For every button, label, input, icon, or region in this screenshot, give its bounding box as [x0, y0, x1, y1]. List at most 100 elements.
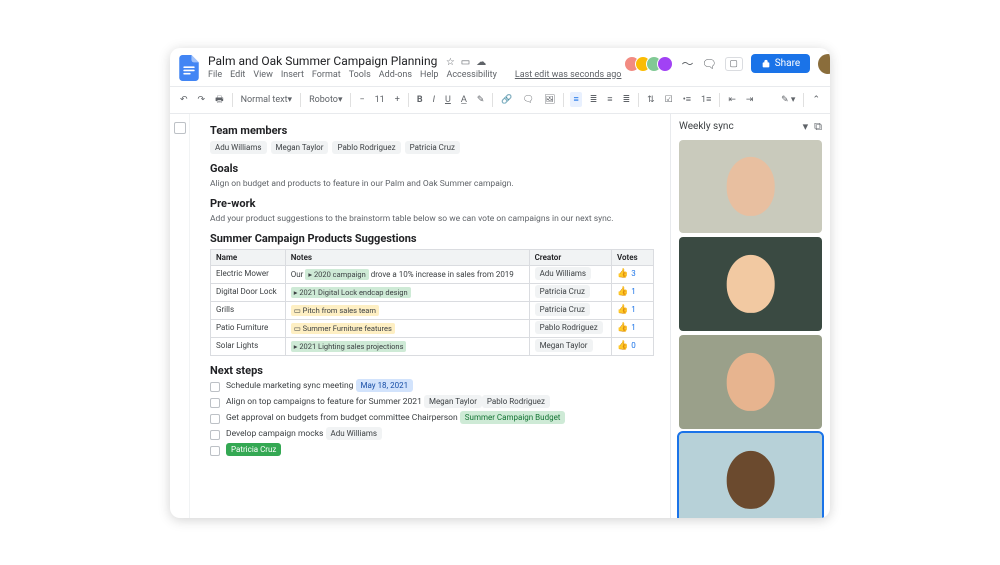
inline-chip[interactable]: Pablo Rodriguez — [482, 395, 550, 408]
cell-votes[interactable]: 👍0 — [612, 337, 654, 355]
menu-accessibility[interactable]: Accessibility — [446, 70, 496, 80]
table-row[interactable]: Electric MowerOur ▸ 2020 campaign drove … — [211, 265, 654, 283]
image-icon[interactable]: 🖼 — [542, 93, 557, 107]
checklist-item[interactable]: Patricia Cruz — [210, 445, 654, 456]
comment-icon[interactable]: 🗨 — [521, 93, 536, 107]
present-button[interactable]: ▢ — [725, 57, 743, 71]
editing-mode-icon[interactable]: ✎ ▾ — [779, 93, 797, 107]
chevron-down-icon[interactable]: ▾ — [803, 120, 809, 133]
video-tile[interactable] — [679, 140, 822, 234]
person-chip[interactable]: Pablo Rodriguez — [332, 141, 400, 154]
align-left-icon[interactable]: ≡ — [570, 92, 581, 107]
checkbox[interactable] — [210, 430, 220, 440]
text-color-icon[interactable]: A̲ — [459, 92, 469, 107]
suggestions-table[interactable]: Name Notes Creator Votes Electric MowerO… — [210, 249, 654, 356]
checklist-item[interactable]: Get approval on budgets from budget comm… — [210, 413, 654, 424]
note-chip[interactable]: ▸ 2020 campaign — [305, 269, 368, 280]
checklist-icon[interactable]: ☑ — [663, 93, 675, 107]
checklist-item[interactable]: Schedule marketing sync meeting May 18, … — [210, 381, 654, 392]
redo-icon[interactable]: ↷ — [196, 93, 208, 107]
paragraph-style-select[interactable]: Normal text ▾ — [239, 93, 294, 107]
person-chip[interactable]: Adu Williams — [535, 267, 592, 280]
checkbox[interactable] — [210, 446, 220, 456]
note-chip[interactable]: ▸ 2021 Lighting sales projections — [291, 341, 407, 352]
table-row[interactable]: Solar Lights▸ 2021 Lighting sales projec… — [211, 337, 654, 355]
table-row[interactable]: Grills▭ Pitch from sales teamPatricia Cr… — [211, 301, 654, 319]
person-chip[interactable]: Adu Williams — [210, 141, 267, 154]
font-size-dec[interactable]: − — [357, 93, 366, 107]
checklist-item[interactable]: Align on top campaigns to feature for Su… — [210, 397, 654, 408]
share-button[interactable]: Share — [751, 54, 810, 73]
video-tile[interactable] — [679, 237, 822, 331]
cell-votes[interactable]: 👍1 — [612, 301, 654, 319]
thumbs-up-icon[interactable]: 👍 — [617, 287, 628, 297]
popout-icon[interactable]: ⧉ — [814, 120, 822, 134]
cell-votes[interactable]: 👍1 — [612, 319, 654, 337]
table-row[interactable]: Patio Furniture▭ Summer Furniture featur… — [211, 319, 654, 337]
thumbs-up-icon[interactable]: 👍 — [617, 269, 628, 279]
checklist-item[interactable]: Develop campaign mocks Adu Williams — [210, 429, 654, 440]
underline-icon[interactable]: U — [443, 93, 453, 107]
inline-chip[interactable]: Adu Williams — [326, 427, 383, 440]
menu-file[interactable]: File — [208, 70, 222, 80]
document-canvas[interactable]: Team members Adu Williams Megan Taylor P… — [190, 114, 670, 518]
line-spacing-icon[interactable]: ⇅ — [645, 93, 657, 107]
menu-tools[interactable]: Tools — [349, 70, 371, 80]
person-chip[interactable]: Patricia Cruz — [535, 303, 590, 316]
checkbox[interactable] — [210, 414, 220, 424]
cell-votes[interactable]: 👍3 — [612, 265, 654, 283]
star-icon[interactable]: ☆ — [446, 57, 455, 68]
collaborator-avatars[interactable] — [629, 56, 673, 72]
person-chip[interactable]: Pablo Rodriguez — [535, 321, 603, 334]
align-center-icon[interactable]: ≣ — [588, 93, 600, 107]
cloud-status-icon[interactable]: ☁ — [476, 57, 486, 68]
highlight-icon[interactable]: ✎ — [475, 93, 487, 107]
document-title[interactable]: Palm and Oak Summer Campaign Planning — [208, 54, 437, 68]
person-chip[interactable]: Megan Taylor — [535, 339, 593, 352]
note-chip[interactable]: ▭ Pitch from sales team — [291, 305, 379, 316]
align-justify-icon[interactable]: ≣ — [621, 93, 633, 107]
link-icon[interactable]: 🔗 — [499, 93, 514, 107]
last-edit-link[interactable]: Last edit was seconds ago — [515, 70, 622, 80]
thumbs-up-icon[interactable]: 👍 — [617, 341, 628, 351]
menu-help[interactable]: Help — [420, 70, 438, 80]
indent-inc-icon[interactable]: ⇥ — [744, 93, 756, 107]
checkbox[interactable] — [210, 382, 220, 392]
table-row[interactable]: Digital Door Lock▸ 2021 Digital Lock end… — [211, 283, 654, 301]
indent-dec-icon[interactable]: ⇤ — [726, 93, 738, 107]
menu-edit[interactable]: Edit — [230, 70, 245, 80]
inline-chip[interactable]: May 18, 2021 — [356, 379, 414, 392]
checkbox[interactable] — [210, 398, 220, 408]
thumbs-up-icon[interactable]: 👍 — [617, 305, 628, 315]
menu-addons[interactable]: Add-ons — [379, 70, 412, 80]
font-size-input[interactable]: 11 — [373, 93, 387, 107]
video-tile[interactable] — [679, 335, 822, 429]
video-tile[interactable] — [679, 433, 822, 517]
inline-chip[interactable]: Summer Campaign Budget — [460, 411, 566, 424]
align-right-icon[interactable]: ≡ — [605, 92, 614, 107]
bold-icon[interactable]: B — [415, 93, 425, 107]
expand-up-icon[interactable]: ⌃ — [810, 93, 822, 107]
print-icon[interactable]: 🖶 — [213, 90, 226, 110]
font-select[interactable]: Roboto ▾ — [307, 93, 344, 107]
undo-icon[interactable]: ↶ — [178, 93, 190, 107]
inline-chip[interactable]: Megan Taylor — [424, 395, 482, 408]
person-chip[interactable]: Patricia Cruz — [405, 141, 460, 154]
note-chip[interactable]: ▭ Summer Furniture features — [291, 323, 395, 334]
outline-toggle-icon[interactable] — [174, 122, 186, 134]
numbered-list-icon[interactable]: 1≡ — [699, 92, 713, 107]
docs-logo-icon[interactable] — [178, 54, 200, 82]
menu-view[interactable]: View — [253, 70, 272, 80]
activity-icon[interactable]: 〜 — [681, 55, 693, 72]
account-avatar[interactable] — [818, 54, 830, 74]
note-chip[interactable]: ▸ 2021 Digital Lock endcap design — [291, 287, 411, 298]
comments-icon[interactable]: 🗨 — [701, 57, 716, 71]
bulleted-list-icon[interactable]: •≡ — [681, 92, 693, 107]
inline-chip[interactable]: Patricia Cruz — [226, 443, 281, 456]
move-icon[interactable]: ▭ — [461, 57, 470, 68]
font-size-inc[interactable]: + — [393, 93, 402, 107]
menu-format[interactable]: Format — [312, 70, 341, 80]
thumbs-up-icon[interactable]: 👍 — [617, 323, 628, 333]
person-chip[interactable]: Patricia Cruz — [535, 285, 590, 298]
menu-insert[interactable]: Insert — [281, 70, 304, 80]
